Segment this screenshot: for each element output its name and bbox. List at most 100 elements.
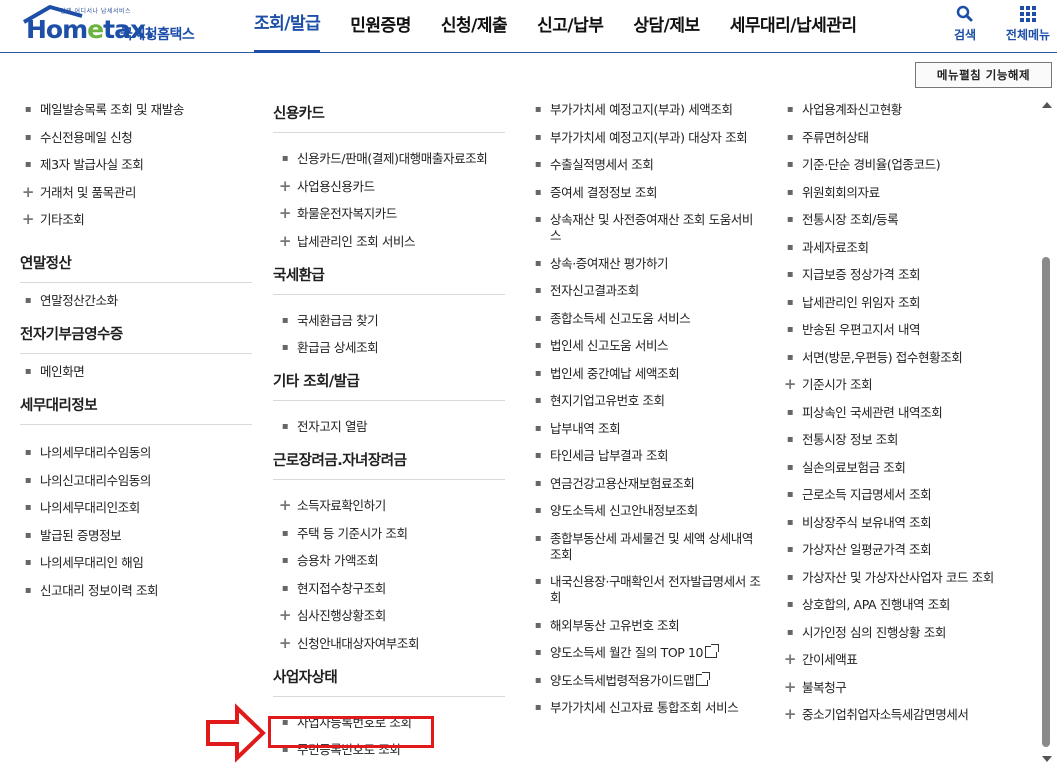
menu-item[interactable]: + 중소기업취업자소득세감면명세서 (782, 706, 1014, 723)
menu-item[interactable]: ▪ 피상속인 국세관련 내역조회 (782, 405, 1014, 421)
expand-plus-icon[interactable]: + (782, 706, 798, 722)
menu-item[interactable]: ▪ 내국신용장·구매확인서 전자발급명세서 조회 (530, 574, 762, 606)
menu-item[interactable]: ▪ 나의세무대리인 해임 (20, 555, 252, 571)
nav-tab-4[interactable]: 상담/제보 (633, 0, 700, 53)
menu-item[interactable]: ▪ 양도소득세 월간 질의 TOP 10 (530, 644, 762, 661)
menu-item[interactable]: ▪ 반송된 우편고지서 내역 (782, 322, 1014, 338)
expand-plus-icon[interactable]: + (277, 233, 293, 249)
section-title[interactable]: 전자기부금영수증 (20, 323, 252, 354)
menu-item[interactable]: ▪ 전자신고결과조회 (530, 283, 762, 299)
search-button[interactable]: 검색 (935, 4, 995, 43)
menu-item[interactable]: ▪ 위원회회의자료 (782, 185, 1014, 201)
scroll-up-arrow-icon[interactable] (1042, 102, 1052, 108)
menu-item[interactable]: ▪ 승용차 가액조회 (277, 553, 505, 569)
menu-item[interactable]: ▪ 환급금 상세조회 (277, 340, 505, 356)
menu-item[interactable]: + 사업용신용카드 (277, 178, 505, 195)
nav-tab-5[interactable]: 세무대리/납세관리 (730, 0, 857, 53)
section-title[interactable]: 신용카드 (273, 102, 505, 133)
section-title[interactable]: 사업자상태 (273, 666, 505, 697)
menu-item[interactable]: ▪ 제3자 발급사실 조회 (20, 157, 252, 173)
menu-item[interactable]: ▪ 부가가치세 예정고지(부과) 대상자 조회 (530, 130, 762, 146)
menu-item[interactable]: + 기타조회 (20, 211, 252, 228)
hometax-logo[interactable]: 언제 어디서나 납세서비스 Hometax. 국세청홈택스 (18, 2, 218, 50)
menu-item[interactable]: + 납세관리인 조회 서비스 (277, 233, 505, 250)
menu-item[interactable]: ▪ 납부내역 조회 (530, 421, 762, 437)
menu-expand-toggle-button[interactable]: 메뉴펼침 기능해제 (915, 62, 1052, 88)
menu-item[interactable]: ▪ 나의신고대리수임동의 (20, 473, 252, 489)
expand-plus-icon[interactable]: + (277, 635, 293, 651)
menu-item[interactable]: ▪부가가치세 가드자 내니입부 조회 (530, 92, 762, 93)
section-title[interactable]: 기타 조회/발급 (273, 370, 505, 401)
nav-tab-2[interactable]: 신청/제출 (441, 0, 508, 53)
expand-plus-icon[interactable]: + (20, 211, 36, 227)
menu-item[interactable]: + 기준시가 조회 (782, 376, 1014, 393)
menu-item[interactable]: ▪ 전통시장 정보 조회 (782, 432, 1014, 448)
menu-item[interactable]: ▪ 상속·증여재산 평가하기 (530, 256, 762, 272)
scrollbar[interactable] (1039, 92, 1055, 772)
menu-item[interactable]: ▪ 종합부동산세 과세물건 및 세액 상세내역 조회 (530, 531, 762, 563)
menu-item[interactable]: ▪ 수신전용메일 신청 (20, 130, 252, 146)
menu-item[interactable]: ▪ 신용카드/판매(결제)대행매출자료조회 (277, 151, 505, 167)
section-title[interactable]: 세무대리정보 (20, 394, 252, 425)
expand-plus-icon[interactable]: + (20, 184, 36, 200)
all-menu-button[interactable]: 전체메뉴 (998, 4, 1057, 43)
menu-item[interactable]: ▪ 연금건강고용산재보험료조회 (530, 476, 762, 492)
section-title[interactable]: 근로장려금.자녀장려금 (273, 449, 505, 480)
menu-item[interactable]: ▪ 전자고지 열람 (277, 419, 505, 435)
expand-plus-icon[interactable]: + (277, 178, 293, 194)
menu-item[interactable]: ▪ 메인화면 (20, 364, 252, 380)
nav-tab-3[interactable]: 신고/납부 (537, 0, 604, 53)
menu-item[interactable]: ▪과세유형전환 (782, 92, 1014, 93)
menu-item[interactable]: + 거래처 및 품목관리 (20, 184, 252, 201)
menu-item[interactable]: ▪ 근로소득 지급명세서 조회 (782, 487, 1014, 503)
menu-item[interactable]: ▪ 현지접수창구조회 (277, 581, 505, 597)
menu-item[interactable]: ▪ 법인세 신고도움 서비스 (530, 338, 762, 354)
menu-item[interactable]: ▪ 실손의료보험금 조회 (782, 460, 1014, 476)
menu-item[interactable]: ▪ 시가인정 심의 진행상황 조회 (782, 625, 1014, 641)
menu-item[interactable]: + 심사진행상황조회 (277, 607, 505, 624)
menu-item[interactable]: ▪ 국세환급금 찾기 (277, 313, 505, 329)
menu-item[interactable]: ▪ 상호합의, APA 진행내역 조회 (782, 597, 1014, 613)
section-title[interactable]: 국세환급 (273, 264, 505, 295)
menu-item[interactable]: ▪ 과세자료조회 (782, 240, 1014, 256)
nav-tab-1[interactable]: 민원증명 (350, 0, 411, 53)
expand-plus-icon[interactable]: + (782, 679, 798, 695)
scroll-down-arrow-icon[interactable] (1042, 756, 1052, 762)
menu-item[interactable]: ▪ 양도소득세법령적용가이드맵 (530, 671, 762, 689)
menu-item[interactable]: ▪ 기준·단순 경비율(업종코드) (782, 157, 1014, 173)
menu-item[interactable]: + 소득자료확인하기 (277, 497, 505, 514)
menu-item[interactable]: ▪ 신고대리 정보이력 조회 (20, 583, 252, 599)
menu-item[interactable]: ▪ 종합소득세 신고도움 서비스 (530, 311, 762, 327)
menu-item[interactable]: ▪발급보류/예정목록조회 (20, 92, 252, 93)
menu-item[interactable]: ▪ 부가가치세 신고자료 통합조회 서비스 (530, 700, 762, 716)
menu-item[interactable]: ▪ 부가가치세 예정고지(부과) 세액조회 (530, 102, 762, 118)
menu-item[interactable]: ▪ 전통시장 조회/등록 (782, 212, 1014, 228)
menu-item[interactable]: ▪ 양도소득세 신고안내정보조회 (530, 503, 762, 519)
scrollbar-thumb[interactable] (1042, 257, 1050, 747)
menu-item[interactable]: ▪ 비상장주식 보유내역 조회 (782, 515, 1014, 531)
section-title[interactable]: 연말정산 (20, 252, 252, 283)
menu-item[interactable]: + 불복청구 (782, 679, 1014, 696)
menu-item[interactable]: + 화물운전자복지카드 (277, 205, 505, 222)
menu-item[interactable]: ▪ 지급보증 정상가격 조회 (782, 267, 1014, 283)
expand-plus-icon[interactable]: + (782, 651, 798, 667)
menu-item[interactable]: ▪ 가상자산 일평균가격 조회 (782, 542, 1014, 558)
expand-plus-icon[interactable]: + (277, 607, 293, 623)
menu-item[interactable]: ▪ 납세관리인 위임자 조회 (782, 295, 1014, 311)
menu-item[interactable]: ▪ 발급된 증명정보 (20, 528, 252, 544)
menu-item[interactable]: ▪ 상속재산 및 사전증여재산 조회 도움서비스 (530, 212, 762, 244)
menu-item[interactable]: + 신청안내대상자여부조회 (277, 635, 505, 652)
expand-plus-icon[interactable]: + (782, 376, 798, 392)
expand-plus-icon[interactable]: + (277, 205, 293, 221)
expand-plus-icon[interactable]: + (277, 497, 293, 513)
menu-item[interactable]: ▪ 법인세 중간예납 세액조회 (530, 366, 762, 382)
menu-item[interactable]: ▪ 가상자산 및 가상자산사업자 코드 조회 (782, 570, 1014, 586)
menu-item[interactable]: ▪ 증여세 결정정보 조회 (530, 185, 762, 201)
menu-item[interactable]: ▪ 주류면허상태 (782, 130, 1014, 146)
nav-tab-0[interactable]: 조회/발급 (254, 0, 321, 53)
menu-item[interactable]: ▪ 사업용계좌신고현황 (782, 102, 1014, 118)
menu-item[interactable]: ▪ 메일발송목록 조회 및 재발송 (20, 102, 252, 118)
menu-item[interactable]: ▪ 나의세무대리수임동의 (20, 445, 252, 461)
menu-item[interactable]: ▪ 연말정산간소화 (20, 293, 252, 309)
menu-item[interactable]: ▪ 현지기업고유번호 조회 (530, 393, 762, 409)
